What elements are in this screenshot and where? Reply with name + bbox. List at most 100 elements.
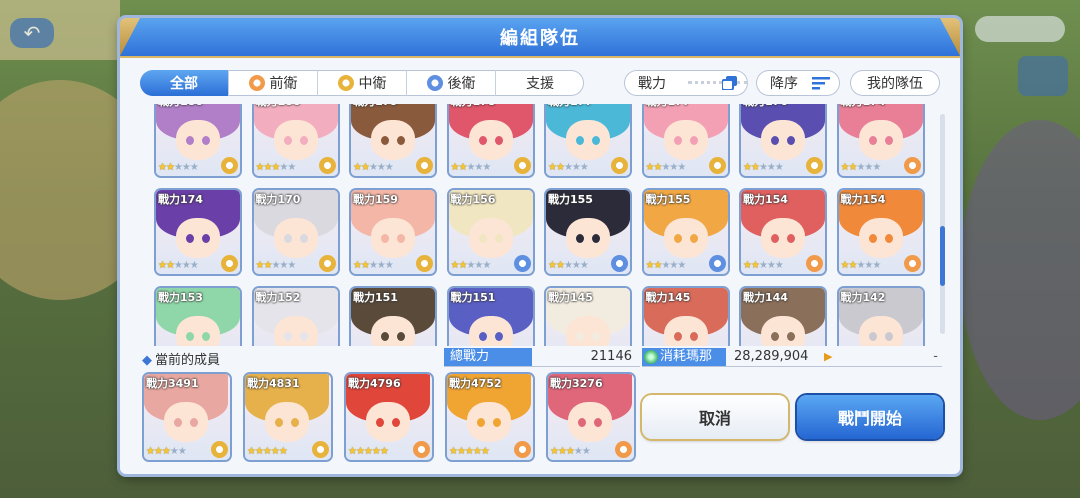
character-card[interactable]: 戰力186 ★★★★★ [253,104,338,176]
star-rating: ★★★★★ [645,162,687,173]
character-card[interactable]: 戰力178 ★★★★★ [448,104,533,176]
middle-role-icon [708,157,726,174]
power-label: 戰力151 [450,291,496,304]
tab-back[interactable]: 後衛 [406,70,495,96]
start-battle-button[interactable]: 戰鬥開始 [797,395,943,439]
character-card[interactable]: 戰力152★★★★★ [253,288,338,346]
sort-key-button[interactable]: 戰力 [624,70,748,96]
front-role-icon [248,75,265,91]
character-card[interactable]: 戰力170 ★★★★★ [253,190,338,274]
eye [381,136,389,145]
eye [392,418,400,427]
star-rating: ★★★★★ [146,446,187,457]
eye [190,418,198,427]
eye [673,136,682,145]
team-formation-dialog: 編組隊伍 全部 前衛 中衛 後衛 支援 戰力 降序 我的隊伍 戰力186 ★★★★… [120,18,960,474]
eye [689,234,698,243]
character-card[interactable]: 戰力3276 ★★★★★ [548,374,634,460]
character-card[interactable]: 戰力151★★★★★ [351,288,435,346]
back-arrow-icon[interactable]: ↶ [10,18,54,48]
character-card[interactable]: 戰力177 ★★★★★ [546,104,630,176]
middle-role-icon [513,157,531,174]
tab-support[interactable]: 支援 [495,70,584,96]
character-card[interactable]: 戰力177 ★★★★★ [643,104,728,176]
star-rating: ★★★★★ [645,260,687,271]
character-card[interactable]: 戰力4752 ★★★★★ [447,374,533,460]
character-face [663,218,708,258]
back-role-icon [708,255,726,272]
power-label: 戰力151 [353,291,398,304]
character-card[interactable]: 戰力144★★★★★ [741,288,825,346]
sort-order-button[interactable]: 降序 [756,70,840,96]
character-face [273,218,318,258]
middle-role-icon [318,157,336,174]
character-face [566,218,610,258]
character-card[interactable]: 戰力154 ★★★★★ [741,190,825,274]
character-card[interactable]: 戰力154 ★★★★★ [838,190,923,274]
character-face [273,316,318,346]
power-label: 戰力145 [548,291,593,304]
character-face [858,218,903,258]
eye [202,234,210,243]
character-card[interactable]: 戰力145★★★★★ [546,288,630,346]
eye [381,234,389,243]
front-role-icon [514,441,531,458]
tab-middle[interactable]: 中衛 [317,70,406,96]
middle-role-icon [416,157,433,174]
power-label: 戰力142 [840,291,886,304]
middle-role-icon [211,441,228,458]
character-card[interactable]: 戰力179 ★★★★★ [351,104,435,176]
mana-cost-value: 28,289,904 [734,349,809,364]
star-rating: ★★★★★ [158,162,199,173]
character-card[interactable]: 戰力4796 ★★★★★ [346,374,432,460]
eye [771,332,779,341]
character-face [663,120,708,160]
eye [771,234,779,243]
character-card[interactable]: 戰力3491 ★★★★★ [144,374,230,460]
front-role-icon [615,441,632,458]
star-rating: ★★★★★ [840,260,882,271]
sort-descending-icon [812,77,830,90]
power-label: 戰力159 [353,193,398,206]
roster-scrollbar[interactable] [940,114,945,334]
cancel-button[interactable]: 取消 [642,395,788,439]
character-face [371,218,415,258]
eye [186,234,194,243]
front-role-icon [903,157,921,174]
eye [397,136,405,145]
tab-all[interactable]: 全部 [140,70,228,96]
front-role-icon [903,255,921,272]
character-card[interactable]: 戰力186 ★★★★★ [156,104,240,176]
star-rating: ★★★★★ [255,260,297,271]
character-card[interactable]: 戰力174 ★★★★★ [156,190,240,274]
star-rating: ★★★★★ [548,162,589,173]
character-face [176,218,220,258]
character-card[interactable]: 戰力4831 ★★★★★ [245,374,331,460]
power-label: 戰力155 [548,193,593,206]
tab-front[interactable]: 前衛 [228,70,317,96]
eye [494,332,503,341]
star-rating: ★★★★★ [255,162,297,173]
character-card[interactable]: 戰力174 ★★★★★ [838,104,923,176]
character-card[interactable]: 戰力156 ★★★★★ [448,190,533,274]
character-card[interactable]: 戰力145★★★★★ [643,288,728,346]
character-card[interactable]: 戰力155 ★★★★★ [643,190,728,274]
character-card[interactable]: 戰力142★★★★★ [838,288,923,346]
eye [478,332,487,341]
character-card[interactable]: 戰力153★★★★★ [156,288,240,346]
eye [186,332,194,341]
eye [868,136,877,145]
eye [283,332,292,341]
eye [578,418,586,427]
power-label: 戰力4831 [247,377,300,390]
power-label: 戰力178 [451,104,496,109]
character-card[interactable]: 戰力155 ★★★★★ [546,190,630,274]
eye [186,136,194,145]
scroll-thumb[interactable] [940,226,945,286]
my-team-button[interactable]: 我的隊伍 [850,70,940,96]
character-face [566,316,610,346]
eye [376,418,384,427]
character-card[interactable]: 戰力159 ★★★★★ [351,190,435,274]
character-card[interactable]: 戰力176 ★★★★★ [741,104,825,176]
character-card[interactable]: 戰力151★★★★★ [448,288,533,346]
